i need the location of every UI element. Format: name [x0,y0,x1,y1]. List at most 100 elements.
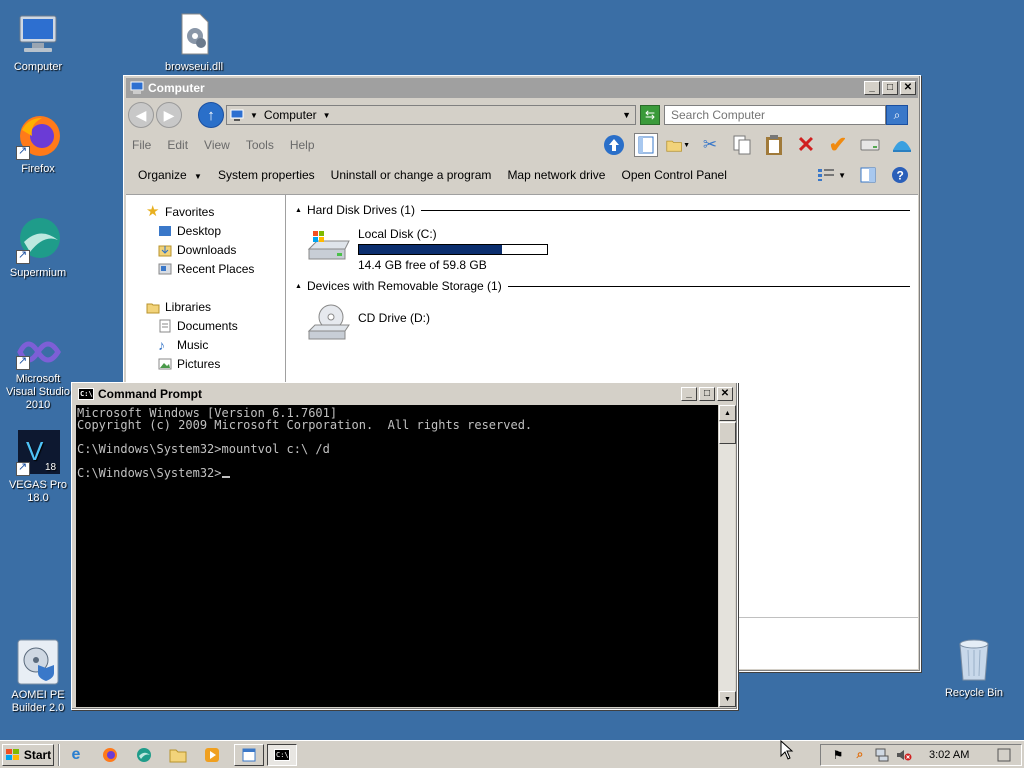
desktop-icon-recycle-bin[interactable]: Recycle Bin [936,636,1012,700]
internet-explorer-icon[interactable]: e [64,744,88,766]
desktop-icon-computer[interactable]: Computer [0,10,76,74]
scroll-up-icon[interactable]: ▲ [719,405,736,421]
drive-c-name: Local Disk (C:) [358,227,437,241]
nav-libraries[interactable]: Libraries [146,300,211,314]
firefox-taskbar-icon[interactable] [98,744,122,766]
view-options-icon[interactable] [814,163,838,187]
command-bar: Organize ▼ System properties Uninstall o… [124,160,920,190]
show-desktop-icon[interactable] [995,747,1013,763]
address-bar[interactable]: ▼ Computer ▼ ▼ [226,105,636,125]
desktop-icon-label: AOMEI PE Builder 2.0 [11,689,65,714]
up-arrow-icon[interactable] [602,133,626,157]
cmd-titlebar[interactable]: C:\ Command Prompt _ □ ✕ [74,385,735,403]
drive-icon[interactable] [858,133,882,157]
explorer-taskbar-icon[interactable] [166,744,190,766]
help-icon[interactable]: ? [888,163,912,187]
svg-text:?: ? [897,169,904,183]
organize-button[interactable]: Organize ▼ [138,168,202,182]
minimize-button[interactable]: _ [681,387,697,401]
nav-downloads[interactable]: Downloads [158,243,236,257]
address-row: ◀ ▶ ↑ ▼ Computer ▼ ▼ ⇆ ⌕ [124,100,920,130]
search-icon[interactable]: ⌕ [851,747,869,763]
vertical-scrollbar[interactable]: ▲ ▼ [718,405,736,707]
view-controls: ▼ ? [814,163,920,187]
computer-icon [14,10,62,58]
back-button[interactable]: ◀ [128,102,154,128]
chevron-down-icon: ▼ [194,172,202,181]
nav-favorites[interactable]: ★ Favorites [146,204,214,219]
search-button[interactable]: ⌕ [886,105,908,125]
nav-desktop[interactable]: Desktop [158,224,221,238]
open-control-panel-button[interactable]: Open Control Panel [621,168,726,182]
task-explorer-window[interactable] [234,743,264,766]
paste-icon[interactable] [762,133,786,157]
network-icon[interactable] [873,747,891,763]
desktop-icon-label: Recycle Bin [944,687,1004,699]
clock[interactable]: 3:02 AM [929,749,989,761]
nav-documents[interactable]: Documents [158,319,238,333]
group-hard-disk-drives[interactable]: ▲ Hard Disk Drives (1) [295,203,910,217]
scroll-thumb[interactable] [719,422,736,444]
desktop-icon-label: browseui.dll [164,61,224,73]
collapse-icon[interactable]: ▲ [295,283,302,290]
desktop-icon-vegas[interactable]: V18 VEGAS Pro 18.0 [0,428,76,505]
minimize-button[interactable]: _ [864,81,880,95]
refresh-button[interactable]: ⇆ [640,105,660,125]
action-center-flag-icon[interactable]: ⚑ [829,747,847,763]
nav-pictures-label: Pictures [177,357,221,371]
shortcut-arrow-icon [16,249,30,264]
properties-check-icon[interactable]: ✔ [826,132,850,157]
up-button[interactable]: ↑ [198,102,224,128]
maximize-button[interactable]: □ [699,387,715,401]
breadcrumb-computer[interactable]: Computer [264,108,317,122]
start-button[interactable]: Start [2,743,54,766]
desktop-icon-browseui[interactable]: browseui.dll [156,10,232,74]
desktop-icon-aomei[interactable]: AOMEI PE Builder 2.0 [0,638,76,715]
close-button[interactable]: ✕ [717,387,733,401]
menu-tools[interactable]: Tools [246,138,274,152]
nav-music[interactable]: ♪ Music [158,338,208,352]
media-player-icon[interactable] [200,744,224,766]
map-network-drive-button[interactable]: Map network drive [507,168,605,182]
volume-muted-icon[interactable] [895,747,913,763]
pane-toggle-icon[interactable] [634,133,658,157]
menu-edit[interactable]: Edit [167,138,188,152]
command-prompt-window[interactable]: C:\ Command Prompt _ □ ✕ Microsoft Windo… [71,382,738,710]
delete-icon[interactable]: ✕ [794,132,818,157]
nav-pictures[interactable]: Pictures [158,357,220,371]
console-output[interactable]: Microsoft Windows [Version 6.1.7601] Copy… [76,405,718,707]
web-icon[interactable] [890,133,914,157]
group-removable-storage[interactable]: ▲ Devices with Removable Storage (1) [295,279,910,293]
menu-file[interactable]: File [132,138,151,152]
forward-button[interactable]: ▶ [156,102,182,128]
breadcrumb-arrow-icon[interactable]: ▼ [323,111,331,120]
menu-view[interactable]: View [204,138,230,152]
nav-recent-places[interactable]: Recent Places [158,262,254,276]
supermium-taskbar-icon[interactable] [132,744,156,766]
cut-icon[interactable]: ✂ [698,133,722,157]
folder-options-icon[interactable]: ▼ [666,133,690,157]
drive-cd-d[interactable]: CD Drive (D:) [305,303,430,343]
uninstall-program-button[interactable]: Uninstall or change a program [331,168,492,182]
maximize-button[interactable]: □ [882,81,898,95]
address-dropdown-icon[interactable]: ▼ [622,110,631,120]
task-command-prompt[interactable]: C:\ [267,743,297,766]
desktop-icon-supermium[interactable]: Supermium [0,216,76,280]
computer-icon [230,109,244,121]
desktop-icon-visual-studio[interactable]: Microsoft Visual Studio 2010 [0,334,76,412]
system-properties-button[interactable]: System properties [218,168,315,182]
copy-icon[interactable] [730,133,754,157]
start-label: Start [23,747,52,762]
drive-local-disk-c[interactable]: Local Disk (C:) 14.4 GB free of 59.8 GB [305,227,548,272]
desktop-icon-firefox[interactable]: Firefox [0,112,76,176]
nav-desktop-label: Desktop [177,224,222,238]
collapse-icon[interactable]: ▲ [295,207,302,214]
menu-help[interactable]: Help [290,138,315,152]
scroll-down-icon[interactable]: ▼ [719,691,736,707]
close-button[interactable]: ✕ [900,81,916,95]
breadcrumb-arrow-icon[interactable]: ▼ [250,111,258,120]
explorer-titlebar[interactable]: Computer _ □ ✕ [126,78,918,98]
preview-pane-icon[interactable] [856,163,880,187]
view-dropdown-icon[interactable]: ▼ [838,171,846,180]
search-input[interactable] [664,105,886,125]
